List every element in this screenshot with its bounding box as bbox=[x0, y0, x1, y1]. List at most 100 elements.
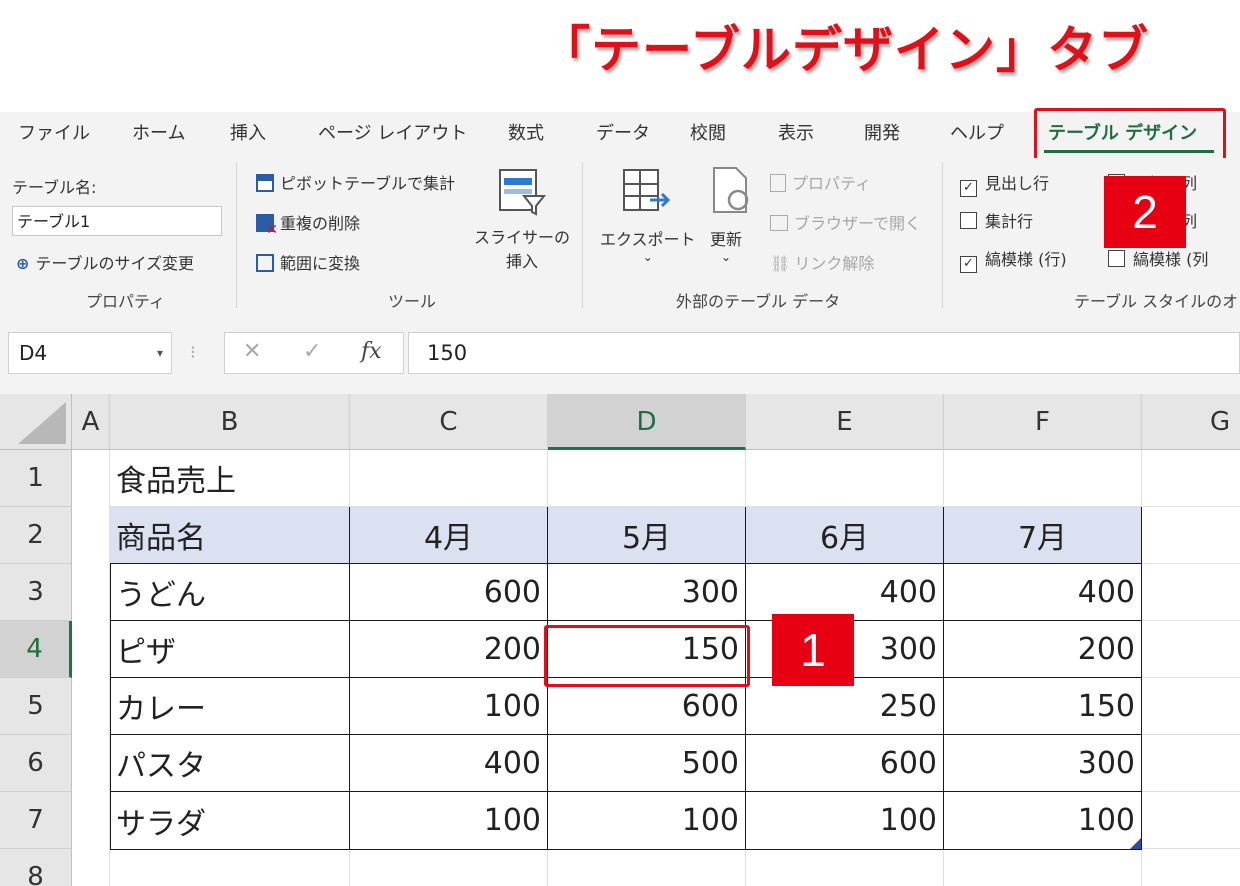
column-header-g[interactable]: G bbox=[1142, 394, 1240, 450]
table-header-cell[interactable]: 商品名 bbox=[110, 507, 350, 564]
table-cell[interactable]: 100 bbox=[548, 792, 746, 850]
row-header-8[interactable]: 8 bbox=[0, 849, 72, 886]
export-label: エクスポート bbox=[600, 230, 696, 249]
tab-view[interactable]: 表示 bbox=[778, 118, 814, 150]
row-header-6[interactable]: 6 bbox=[0, 735, 72, 792]
header-row-checkbox[interactable]: ✓ 見出し行 bbox=[960, 170, 1049, 197]
refresh-dropdown-chevron-icon: ⌄ bbox=[720, 250, 732, 264]
column-header-e[interactable]: E bbox=[746, 394, 944, 450]
pivot-summarize-button[interactable]: ピボットテーブルで集計 bbox=[256, 170, 455, 194]
group-separator bbox=[942, 162, 943, 308]
total-row-checkbox[interactable]: 集計行 bbox=[960, 208, 1033, 232]
table-cell[interactable]: 100 bbox=[350, 678, 548, 735]
table-cell[interactable]: 400 bbox=[350, 735, 548, 792]
export-icon bbox=[620, 166, 674, 222]
row-header-3[interactable]: 3 bbox=[0, 564, 72, 621]
name-box[interactable]: D4 ▾ bbox=[8, 332, 172, 374]
row-header-5[interactable]: 5 bbox=[0, 678, 72, 735]
table-cell[interactable]: 400 bbox=[944, 564, 1142, 621]
tab-developer[interactable]: 開発 bbox=[864, 118, 900, 150]
column-header-c[interactable]: C bbox=[350, 394, 548, 450]
cell-f8[interactable] bbox=[944, 850, 1142, 886]
cell-d1[interactable] bbox=[548, 450, 746, 507]
row-header-2[interactable]: 2 bbox=[0, 507, 72, 564]
enter-icon[interactable]: ✓ bbox=[303, 339, 321, 364]
row-header-7[interactable]: 7 bbox=[0, 792, 72, 849]
cell-b1-title[interactable]: 食品売上 bbox=[110, 450, 350, 507]
tab-help[interactable]: ヘルプ bbox=[950, 118, 1004, 150]
column-header-d[interactable]: D bbox=[548, 394, 746, 450]
column-header-f[interactable]: F bbox=[944, 394, 1142, 450]
formula-input[interactable]: 150 bbox=[408, 332, 1240, 374]
table-cell[interactable]: 150 bbox=[944, 678, 1142, 735]
ribbon-panel: テーブル名: テーブル1 ⊕ テーブルのサイズ変更 プロパティ ピボットテーブルで… bbox=[0, 158, 1240, 313]
table-cell-name[interactable]: サラダ bbox=[110, 792, 350, 850]
table-cell[interactable]: 600 bbox=[350, 564, 548, 621]
row-header-1[interactable]: 1 bbox=[0, 450, 72, 507]
table-header-cell[interactable]: 4月 bbox=[350, 507, 548, 564]
insert-slicer-button[interactable]: スライサーの 挿入 bbox=[474, 224, 570, 272]
header-row-check-icon: ✓ bbox=[960, 180, 977, 197]
cell-e1[interactable] bbox=[746, 450, 944, 507]
table-cell[interactable]: 100 bbox=[746, 792, 944, 850]
cell-c8[interactable] bbox=[350, 850, 548, 886]
tab-insert[interactable]: 挿入 bbox=[230, 118, 266, 150]
table-cell[interactable]: 250 bbox=[746, 678, 944, 735]
tab-file[interactable]: ファイル bbox=[18, 118, 90, 150]
unlink-icon: ⛓ bbox=[770, 254, 791, 273]
table-cell[interactable]: 400 bbox=[746, 564, 944, 621]
cell-b8[interactable] bbox=[110, 850, 350, 886]
open-in-browser-label: ブラウザーで開く bbox=[794, 214, 922, 233]
open-in-browser-button[interactable]: ブラウザーで開く bbox=[770, 210, 921, 234]
cell-d8[interactable] bbox=[548, 850, 746, 886]
cancel-icon[interactable]: ✕ bbox=[243, 339, 261, 364]
table-header-cell[interactable]: 6月 bbox=[746, 507, 944, 564]
remove-duplicates-button[interactable]: ✕ 重複の削除 bbox=[256, 210, 361, 238]
export-button[interactable]: エクスポート ⌄ bbox=[600, 226, 696, 264]
table-cell[interactable]: 300 bbox=[548, 564, 746, 621]
table-cell-name[interactable]: ピザ bbox=[110, 621, 350, 678]
convert-to-range-button[interactable]: 範囲に変換 bbox=[256, 250, 360, 274]
insert-function-icon[interactable]: fx bbox=[361, 339, 382, 364]
unlink-button[interactable]: ⛓ リンク解除 bbox=[770, 250, 874, 274]
tab-data[interactable]: データ bbox=[596, 118, 650, 150]
table-name-input[interactable]: テーブル1 bbox=[12, 206, 222, 236]
banded-rows-checkbox[interactable]: ✓ 縞模様 (行) bbox=[960, 246, 1067, 273]
table-header-cell[interactable]: 5月 bbox=[548, 507, 746, 564]
table-cell[interactable]: 600 bbox=[746, 735, 944, 792]
cell-e8[interactable] bbox=[746, 850, 944, 886]
table-cell[interactable]: 100 bbox=[944, 792, 1142, 850]
table-cell-name[interactable]: カレー bbox=[110, 678, 350, 735]
headline-title: 「テーブルデザイン」タブ bbox=[540, 21, 1149, 79]
callout-badge-1: 1 bbox=[772, 614, 854, 686]
table-cell[interactable]: 300 bbox=[944, 735, 1142, 792]
column-header-b[interactable]: B bbox=[110, 394, 350, 450]
table-cell[interactable]: 500 bbox=[548, 735, 746, 792]
row-header-4[interactable]: 4 bbox=[0, 621, 72, 678]
cell-f1[interactable] bbox=[944, 450, 1142, 507]
table-cell[interactable]: 200 bbox=[350, 621, 548, 678]
cell-c1[interactable] bbox=[350, 450, 548, 507]
external-properties-button[interactable]: プロパティ bbox=[770, 170, 871, 194]
table-cell-name[interactable]: パスタ bbox=[110, 735, 350, 792]
group-label-properties: プロパティ bbox=[86, 292, 166, 311]
banded-columns-checkbox[interactable]: 縞模様 (列 bbox=[1108, 246, 1208, 270]
table-resize-handle-icon[interactable] bbox=[1130, 838, 1141, 849]
table-cell-name[interactable]: うどん bbox=[110, 564, 350, 621]
table-cell[interactable]: 100 bbox=[350, 792, 548, 850]
select-all-corner[interactable] bbox=[0, 394, 72, 450]
tab-page-layout[interactable]: ページ レイアウト bbox=[318, 118, 467, 150]
tab-home[interactable]: ホーム bbox=[132, 118, 185, 150]
banded-columns-label: 縞模様 (列 bbox=[1133, 250, 1209, 269]
table-header-cell[interactable]: 7月 bbox=[944, 507, 1142, 564]
banded-rows-label: 縞模様 (行) bbox=[985, 250, 1067, 269]
resize-table-button[interactable]: ⊕ テーブルのサイズ変更 bbox=[16, 250, 194, 274]
column-header-a[interactable]: A bbox=[72, 394, 110, 450]
tab-formulas[interactable]: 数式 bbox=[508, 118, 544, 150]
refresh-button[interactable]: 更新 ⌄ bbox=[710, 226, 742, 264]
group-separator bbox=[236, 162, 237, 308]
table-cell[interactable]: 200 bbox=[944, 621, 1142, 678]
callout-badge-2: 2 bbox=[1104, 176, 1186, 248]
remove-duplicates-label: 重複の削除 bbox=[280, 214, 361, 233]
tab-review[interactable]: 校閲 bbox=[690, 118, 726, 150]
